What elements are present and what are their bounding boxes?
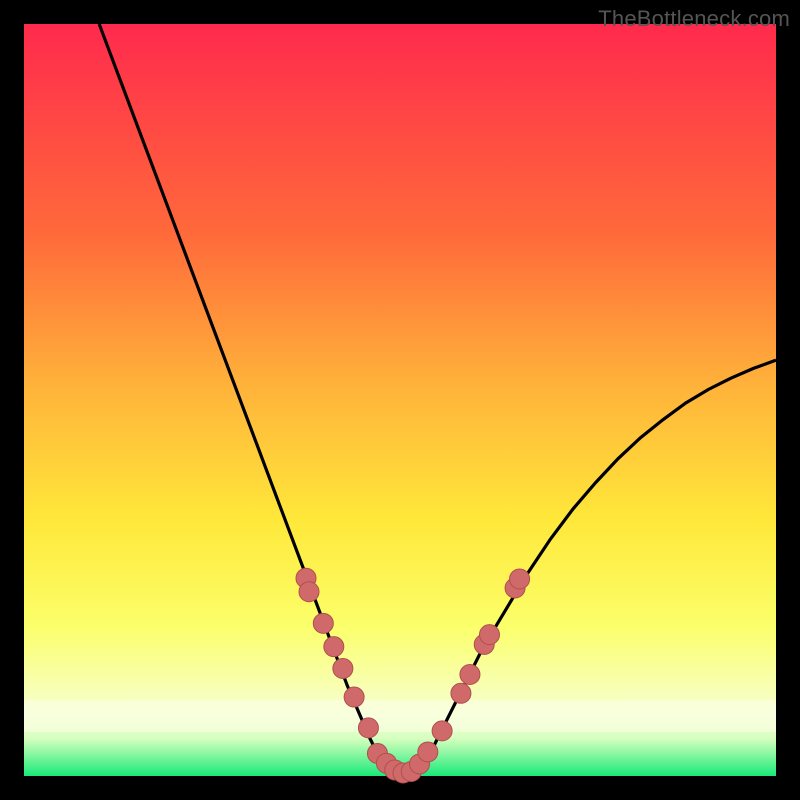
curve-marker <box>344 687 364 707</box>
curve-marker <box>358 718 378 738</box>
curve-marker <box>479 625 499 645</box>
curve-marker <box>451 683 471 703</box>
curve-marker <box>333 658 353 678</box>
curve-marker <box>510 569 530 589</box>
curve-marker <box>460 664 480 684</box>
curve-marker <box>418 742 438 762</box>
chart-container: TheBottleneck.com <box>0 0 800 800</box>
curve-marker <box>313 613 333 633</box>
bottleneck-chart <box>0 0 800 800</box>
curve-marker <box>432 721 452 741</box>
good-zone-band <box>24 700 776 732</box>
curve-marker <box>299 582 319 602</box>
watermark-text: TheBottleneck.com <box>598 6 790 32</box>
plot-background <box>24 24 776 776</box>
curve-marker <box>324 637 344 657</box>
